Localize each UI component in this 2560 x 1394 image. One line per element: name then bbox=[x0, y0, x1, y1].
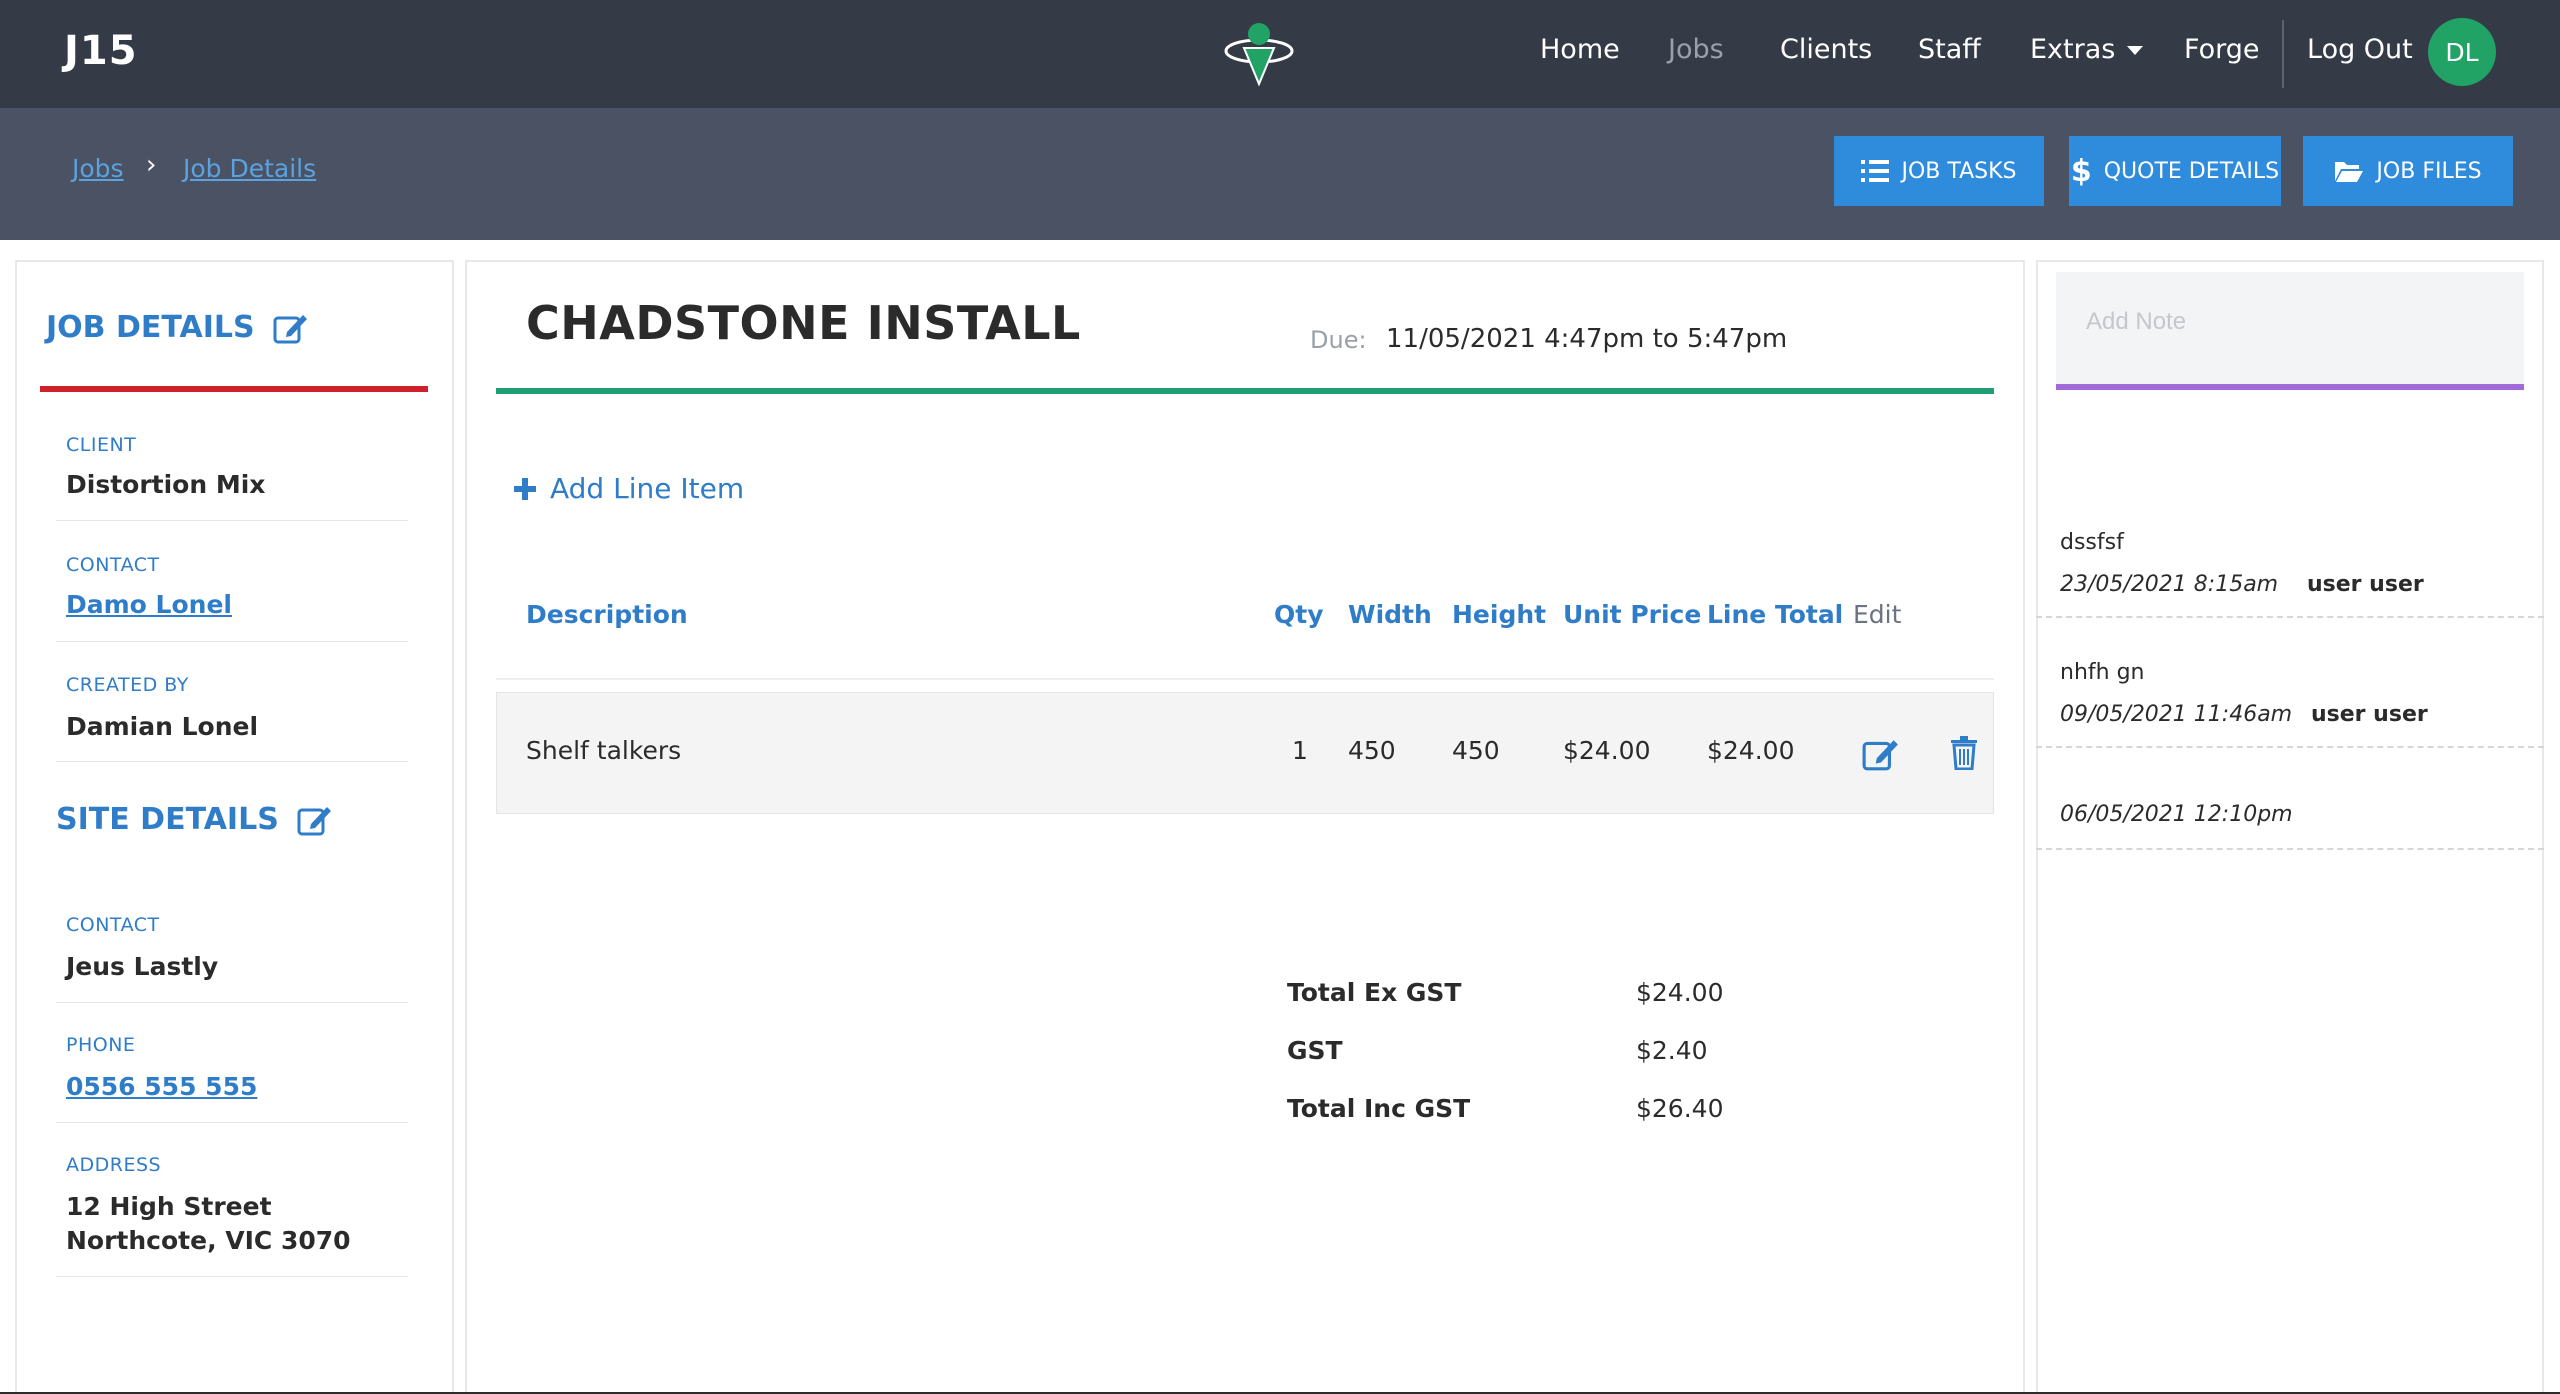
phone-label: PHONE bbox=[66, 1034, 136, 1056]
column-header-line-total: Line Total bbox=[1707, 600, 1844, 629]
breadcrumb-separator: › bbox=[146, 150, 157, 180]
nav-home[interactable]: Home bbox=[1540, 34, 1620, 65]
cell-width: 450 bbox=[1348, 736, 1396, 765]
divider bbox=[56, 1276, 408, 1277]
cell-description: Shelf talkers bbox=[526, 736, 682, 765]
cell-line-total: $24.00 bbox=[1707, 736, 1795, 765]
due-value: 11/05/2021 4:47pm to 5:47pm bbox=[1386, 324, 1788, 354]
edit-icon[interactable] bbox=[297, 803, 333, 837]
nav-staff[interactable]: Staff bbox=[1918, 34, 1981, 65]
address-line-1: 12 High Street bbox=[66, 1192, 272, 1221]
column-header-description: Description bbox=[526, 600, 688, 629]
trash-icon[interactable] bbox=[1950, 736, 1978, 770]
address-label: ADDRESS bbox=[66, 1154, 162, 1176]
column-header-qty: Qty bbox=[1274, 600, 1324, 629]
gst-value: $2.40 bbox=[1636, 1036, 1708, 1065]
divider bbox=[56, 761, 408, 762]
nav-logout[interactable]: Log Out bbox=[2307, 34, 2413, 65]
site-contact-value: Jeus Lastly bbox=[66, 952, 219, 981]
note-divider bbox=[2036, 848, 2544, 850]
brand-name[interactable]: J15 bbox=[64, 28, 138, 74]
edit-icon[interactable] bbox=[273, 311, 309, 345]
note-date: 09/05/2021 11:46am bbox=[2060, 702, 2293, 727]
column-header-height: Height bbox=[1452, 600, 1547, 629]
plus-icon bbox=[514, 477, 536, 500]
job-title-rule bbox=[496, 388, 1994, 394]
client-value: Distortion Mix bbox=[66, 470, 266, 499]
contact-label: CONTACT bbox=[66, 554, 160, 576]
note-date: 23/05/2021 8:15am bbox=[2060, 572, 2279, 597]
job-details-heading: JOB DETAILS bbox=[46, 310, 309, 345]
quote-details-label: QUOTE DETAILS bbox=[2103, 158, 2280, 184]
note-divider bbox=[2036, 746, 2544, 748]
note-divider bbox=[2036, 616, 2544, 618]
job-files-button[interactable]: JOB FILES bbox=[2303, 136, 2513, 206]
job-main-panel bbox=[465, 260, 2025, 1394]
edit-line-item-icon[interactable] bbox=[1862, 736, 1900, 772]
user-avatar[interactable]: DL bbox=[2428, 18, 2496, 86]
quote-details-button[interactable]: $ QUOTE DETAILS bbox=[2069, 136, 2281, 206]
address-line-2: Northcote, VIC 3070 bbox=[66, 1226, 351, 1255]
column-header-width: Width bbox=[1348, 600, 1432, 629]
client-label: CLIENT bbox=[66, 434, 137, 456]
list-icon bbox=[1861, 160, 1890, 182]
total-ex-gst-label: Total Ex GST bbox=[1287, 978, 1462, 1007]
site-details-heading: SITE DETAILS bbox=[56, 802, 333, 837]
breadcrumb-job-details[interactable]: Job Details bbox=[183, 154, 316, 183]
total-ex-gst-value: $24.00 bbox=[1636, 978, 1724, 1007]
notes-panel bbox=[2036, 260, 2544, 1394]
nav-clients[interactable]: Clients bbox=[1780, 34, 1872, 65]
total-inc-gst-label: Total Inc GST bbox=[1287, 1094, 1471, 1123]
note-user: user user bbox=[2311, 702, 2428, 727]
divider bbox=[56, 520, 408, 521]
nav-forge[interactable]: Forge bbox=[2184, 34, 2259, 65]
total-inc-gst-value: $26.40 bbox=[1636, 1094, 1724, 1123]
divider bbox=[56, 1122, 408, 1123]
job-title: CHADSTONE INSTALL bbox=[526, 296, 1081, 350]
caret-down-icon bbox=[2127, 46, 2144, 55]
cell-height: 450 bbox=[1452, 736, 1500, 765]
nav-divider bbox=[2282, 20, 2284, 88]
dollar-icon: $ bbox=[2070, 153, 2092, 189]
add-line-item-button[interactable]: Add Line Item bbox=[514, 472, 744, 505]
gst-label: GST bbox=[1287, 1036, 1343, 1065]
cell-qty: 1 bbox=[1292, 736, 1308, 765]
due-label: Due: bbox=[1310, 326, 1367, 354]
table-header-rule bbox=[496, 678, 1994, 680]
column-header-unit-price: Unit Price bbox=[1563, 600, 1702, 629]
add-note-input[interactable] bbox=[2056, 272, 2524, 390]
column-header-edit: Edit bbox=[1853, 600, 1902, 629]
nav-extras-label: Extras bbox=[2030, 34, 2116, 65]
add-line-item-label: Add Line Item bbox=[550, 472, 745, 505]
created-by-value: Damian Lonel bbox=[66, 712, 259, 741]
site-contact-label: CONTACT bbox=[66, 914, 160, 936]
note-text: nhfh gn bbox=[2060, 660, 2145, 685]
cell-unit-price: $24.00 bbox=[1563, 736, 1651, 765]
note-text: dssfsf bbox=[2060, 530, 2124, 555]
job-details-rule bbox=[40, 386, 428, 392]
contact-link[interactable]: Damo Lonel bbox=[66, 588, 232, 622]
site-details-title: SITE DETAILS bbox=[56, 802, 279, 837]
phone-link[interactable]: 0556 555 555 bbox=[66, 1070, 257, 1104]
job-tasks-button[interactable]: JOB TASKS bbox=[1834, 136, 2044, 206]
created-by-label: CREATED BY bbox=[66, 674, 189, 696]
nav-jobs[interactable]: Jobs bbox=[1668, 34, 1724, 65]
nav-extras-dropdown[interactable]: Extras bbox=[2030, 34, 2144, 65]
note-user: user user bbox=[2307, 572, 2424, 597]
breadcrumb-jobs[interactable]: Jobs bbox=[72, 154, 124, 183]
job-details-title: JOB DETAILS bbox=[46, 310, 255, 345]
logo-icon bbox=[1224, 23, 1294, 87]
job-files-label: JOB FILES bbox=[2376, 158, 2482, 184]
divider bbox=[56, 641, 408, 642]
divider bbox=[56, 1002, 408, 1003]
folder-open-icon bbox=[2335, 162, 2364, 182]
job-tasks-label: JOB TASKS bbox=[1901, 158, 2017, 184]
note-date: 06/05/2021 12:10pm bbox=[2060, 802, 2293, 827]
